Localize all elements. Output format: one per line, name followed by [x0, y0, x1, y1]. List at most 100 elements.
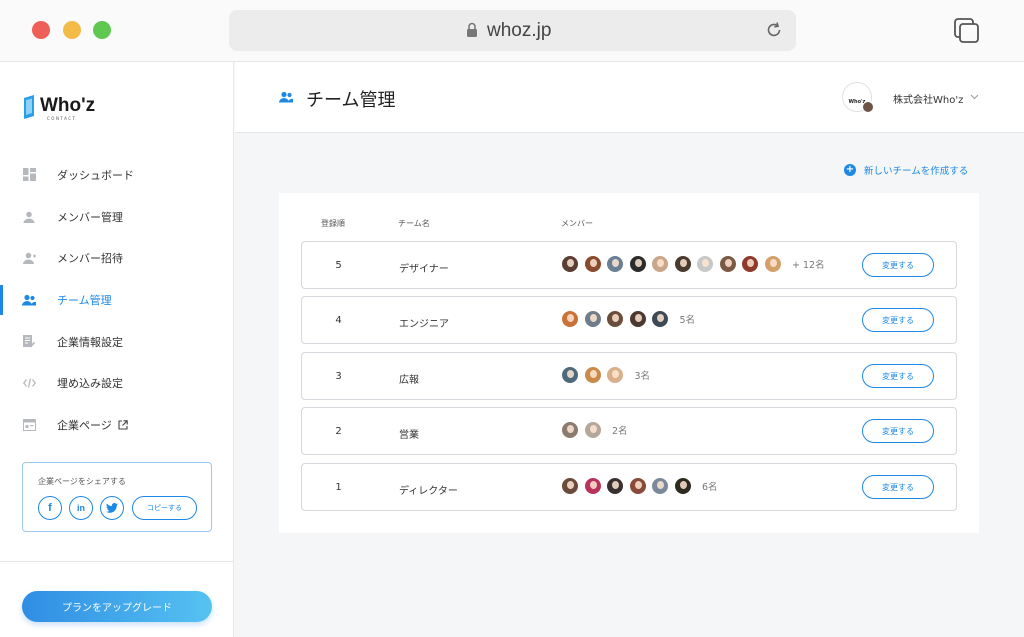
- logo-subtext: CONTACT: [47, 116, 77, 121]
- sidebar-item-company-page[interactable]: 企業ページ: [0, 404, 234, 446]
- copy-link-button[interactable]: コピーする: [132, 496, 197, 520]
- linkedin-icon: in: [77, 503, 85, 513]
- facebook-icon: f: [48, 502, 52, 514]
- browser-chrome: whoz.jp: [0, 0, 1024, 62]
- edit-team-button[interactable]: 変更する: [862, 308, 934, 332]
- member-avatars: 3名: [561, 366, 650, 384]
- member-avatar: [583, 366, 602, 384]
- main-content: チーム管理 Who'z 株式会社Who'z + 新しいチームを作成する 登録順 …: [235, 62, 1024, 637]
- member-avatar: [561, 255, 579, 273]
- team-icon: [22, 293, 36, 307]
- tabs-overview-icon[interactable]: [952, 16, 982, 46]
- team-name: 広報: [399, 375, 419, 386]
- sidebar: Who'z CONTACT ダッシュボード メンバー管理 メンバー招待 チーム管…: [0, 62, 234, 637]
- member-avatar: [673, 255, 692, 273]
- sidebar-item-label: メンバー招待: [57, 252, 123, 266]
- member-avatar: [606, 310, 624, 328]
- edit-team-button[interactable]: 変更する: [862, 419, 934, 443]
- member-avatars: 5名: [561, 310, 695, 328]
- page-title: チーム管理: [306, 90, 396, 111]
- team-name: ディレクター: [399, 486, 458, 497]
- table-row: 2 営業 2名 変更する: [301, 407, 957, 455]
- edit-team-button[interactable]: 変更する: [862, 475, 934, 499]
- create-team-button[interactable]: + 新しいチームを作成する: [844, 163, 968, 177]
- member-avatar: [651, 310, 669, 328]
- address-bar[interactable]: whoz.jp: [229, 10, 796, 51]
- table-row: 1 ディレクター 6名 変更する: [301, 463, 957, 511]
- sidebar-item-label: ダッシュボード: [57, 168, 134, 182]
- share-box: 企業ページをシェアする f in コピーする: [22, 462, 212, 532]
- linkedin-share-button[interactable]: in: [69, 496, 93, 520]
- member-avatar: [583, 477, 602, 495]
- logo-text: Who'z: [40, 95, 96, 116]
- maximize-window-button[interactable]: [93, 21, 111, 39]
- member-avatar: [561, 477, 579, 495]
- member-avatar: [583, 421, 602, 439]
- reload-icon[interactable]: [764, 20, 784, 40]
- team-order: 2: [335, 426, 342, 437]
- twitter-share-button[interactable]: [100, 496, 124, 520]
- twitter-icon: [106, 503, 118, 513]
- facebook-share-button[interactable]: f: [38, 496, 62, 520]
- external-link-icon: [118, 420, 128, 430]
- member-avatar: [673, 477, 692, 495]
- member-avatar: [741, 255, 759, 273]
- member-avatars: 6名: [561, 477, 718, 495]
- edit-team-button[interactable]: 変更する: [862, 364, 934, 388]
- company-name[interactable]: 株式会社Who'z: [893, 91, 963, 106]
- sidebar-item-invite[interactable]: メンバー招待: [0, 237, 234, 279]
- minimize-window-button[interactable]: [63, 21, 81, 39]
- upgrade-plan-button[interactable]: プランをアップグレード: [22, 591, 212, 622]
- member-avatar: [561, 310, 579, 328]
- member-count: 2名: [612, 426, 628, 437]
- member-avatar: [651, 255, 669, 273]
- sidebar-item-members[interactable]: メンバー管理: [0, 196, 234, 238]
- edit-team-button[interactable]: 変更する: [862, 253, 934, 277]
- sidebar-item-label: 埋め込み設定: [57, 377, 123, 391]
- team-order: 1: [335, 482, 342, 493]
- member-avatar: [606, 366, 624, 384]
- column-header-members: メンバー: [561, 219, 593, 228]
- member-count: 3名: [634, 371, 651, 382]
- code-icon: [22, 376, 36, 390]
- top-bar: チーム管理 Who'z 株式会社Who'z: [235, 62, 1024, 133]
- table-row: 3 広報 3名 変更する: [301, 352, 957, 400]
- member-avatars: 2名: [561, 421, 628, 439]
- member-count: + 12名: [792, 260, 825, 271]
- chevron-down-icon[interactable]: [970, 92, 979, 101]
- team-name: 営業: [399, 430, 419, 441]
- member-avatar: [718, 255, 737, 273]
- company-page-icon: [22, 418, 36, 432]
- sidebar-item-label: 企業情報設定: [57, 335, 123, 349]
- member-avatar: [606, 477, 624, 495]
- whoz-logo-icon[interactable]: [22, 94, 38, 120]
- edit-document-icon: [22, 335, 36, 349]
- person-icon: [22, 210, 36, 224]
- person-add-icon: [22, 251, 36, 265]
- team-name: デザイナー: [399, 264, 449, 275]
- member-avatar: [628, 477, 647, 495]
- share-title: 企業ページをシェアする: [38, 477, 126, 486]
- lock-icon: [467, 22, 477, 37]
- table-row: 4 エンジニア 5名 変更する: [301, 296, 957, 344]
- team-icon: [279, 91, 293, 103]
- sidebar-nav: ダッシュボード メンバー管理 メンバー招待 チーム管理 企業情報設定 埋め込み設…: [0, 154, 234, 446]
- column-header-order: 登録順: [321, 219, 345, 228]
- sidebar-item-embed-settings[interactable]: 埋め込み設定: [0, 362, 234, 404]
- sidebar-item-dashboard[interactable]: ダッシュボード: [0, 154, 234, 196]
- member-avatars: + 12名: [561, 255, 825, 273]
- sidebar-divider: [0, 561, 234, 562]
- dashboard-icon: [22, 168, 36, 182]
- member-avatar: [561, 421, 579, 439]
- company-avatar[interactable]: Who'z: [842, 82, 874, 113]
- team-order: 3: [335, 371, 342, 382]
- plus-circle-icon: +: [844, 164, 856, 176]
- sidebar-item-team[interactable]: チーム管理: [0, 279, 234, 321]
- member-avatar: [583, 255, 602, 273]
- member-count: 5名: [679, 315, 696, 326]
- member-avatar: [606, 255, 624, 273]
- close-window-button[interactable]: [32, 21, 50, 39]
- sidebar-item-label: メンバー管理: [57, 210, 123, 224]
- sidebar-item-company-settings[interactable]: 企業情報設定: [0, 321, 234, 363]
- sidebar-item-label: 企業ページ: [57, 418, 112, 432]
